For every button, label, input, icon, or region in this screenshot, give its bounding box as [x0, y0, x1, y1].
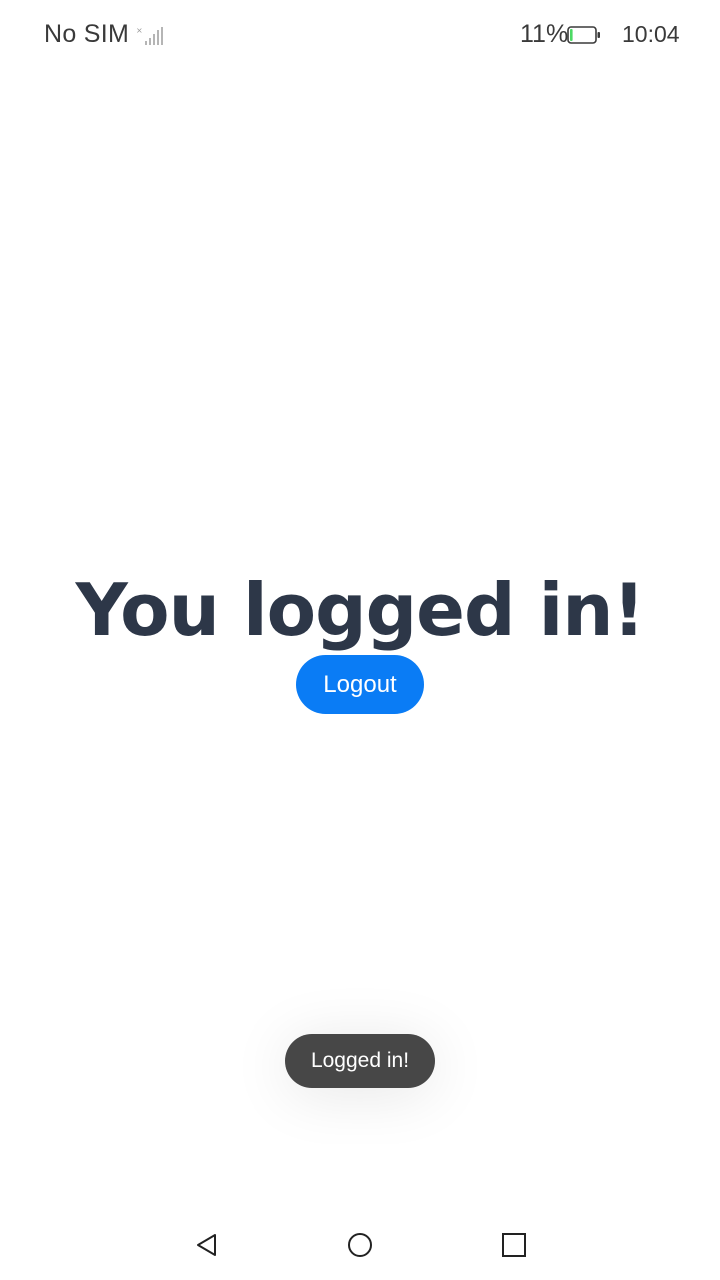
- navigation-bar: [0, 1208, 720, 1280]
- svg-text:×: ×: [136, 26, 143, 35]
- recents-icon[interactable]: [499, 1230, 529, 1260]
- battery-icon: [567, 26, 600, 44]
- toast-message: Logged in!: [285, 1034, 435, 1088]
- logout-button[interactable]: Logout: [296, 655, 424, 714]
- home-icon[interactable]: [345, 1230, 375, 1260]
- back-icon[interactable]: [192, 1230, 222, 1260]
- status-bar: No SIM × 11% 10:04: [0, 0, 720, 70]
- carrier-label: No SIM: [44, 20, 130, 48]
- page-title: You logged in!: [75, 568, 646, 652]
- battery-percent: 11%: [520, 20, 569, 48]
- signal-icon: ×: [136, 26, 163, 45]
- screen: No SIM × 11% 10:04 You logged in! Logout…: [0, 0, 720, 1280]
- clock: 10:04: [622, 21, 680, 47]
